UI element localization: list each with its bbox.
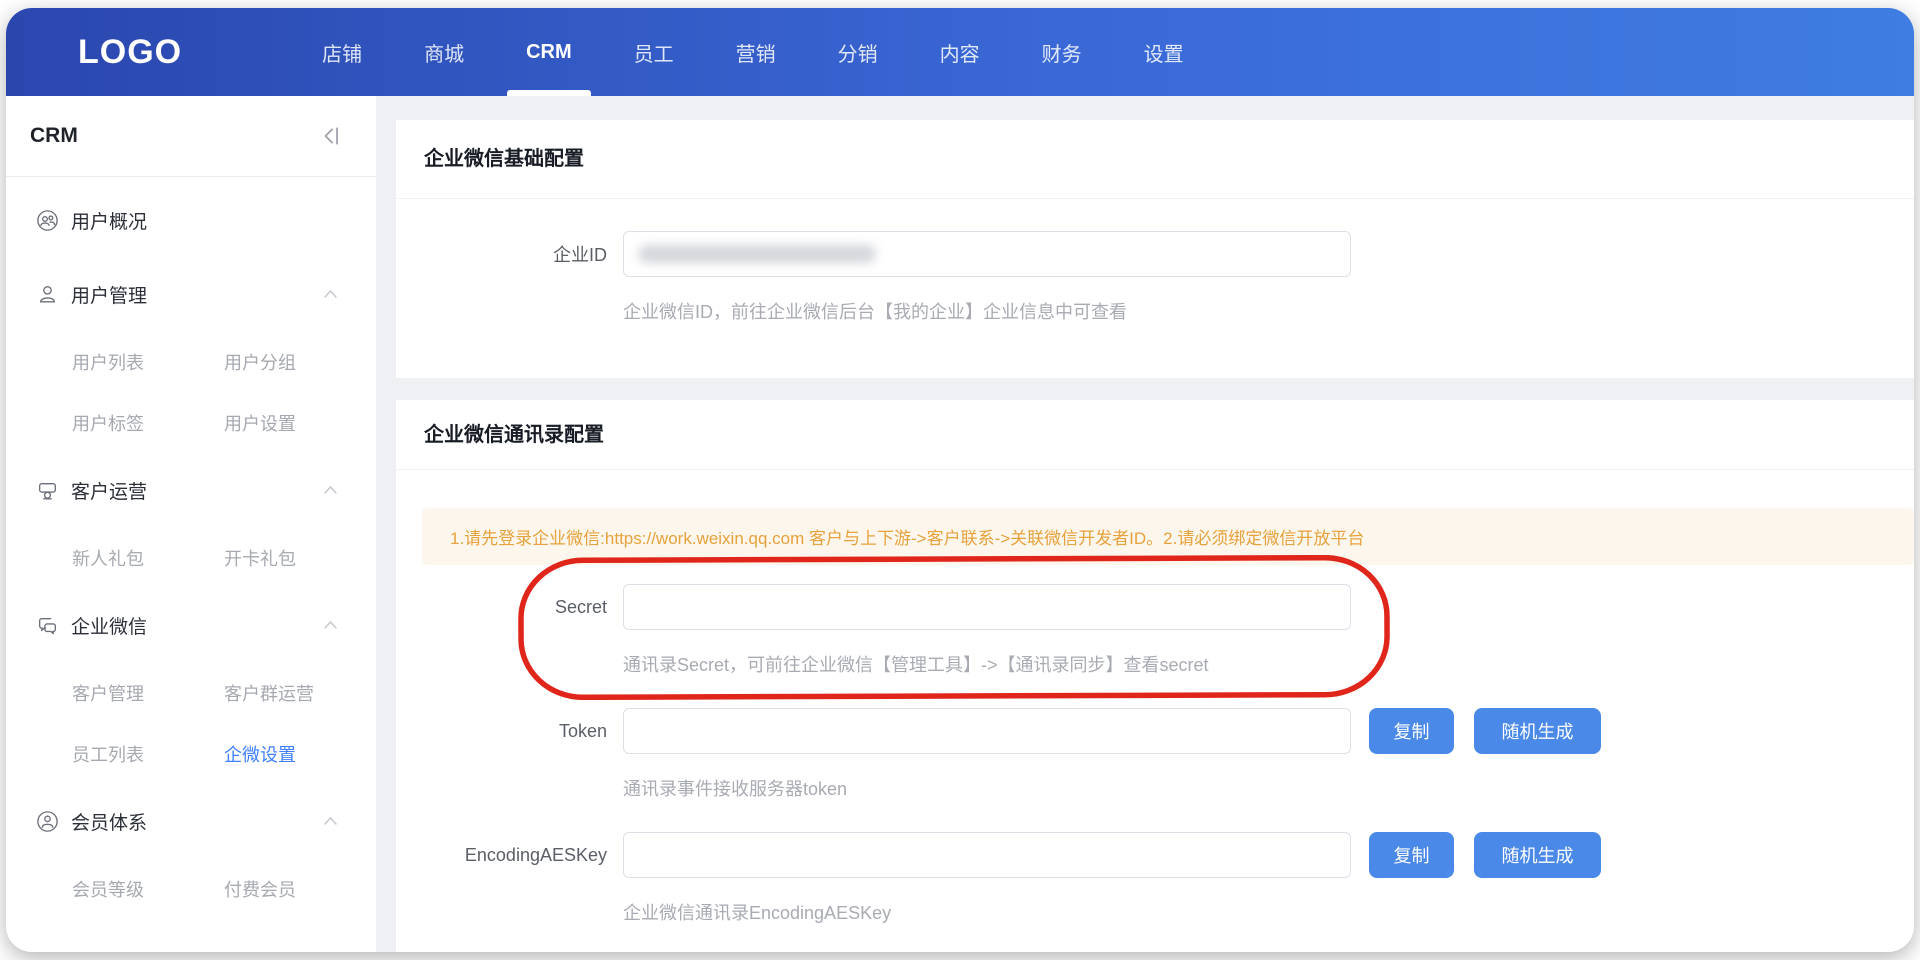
chevron-up-icon (323, 620, 338, 630)
nav-item-distribution[interactable]: 分销 (838, 8, 878, 96)
nav-item-crm[interactable]: CRM (526, 8, 572, 96)
sidebar: CRM 用户概况 用户管理 用户列表 用户分组 用户标签 用户设 (6, 96, 376, 952)
sidebar-item-newbie-pack[interactable]: 新人礼包 (72, 545, 224, 571)
token-generate-button[interactable]: 随机生成 (1474, 708, 1601, 754)
card-divider (396, 198, 1914, 199)
card-title: 企业微信通讯录配置 (396, 400, 1914, 450)
sidebar-subrow: 会员等级 付费会员 (6, 858, 376, 919)
sidebar-header: CRM (6, 96, 376, 176)
nav-item-shop[interactable]: 店铺 (322, 8, 362, 96)
sidebar-subrow: 新人礼包 开卡礼包 (6, 527, 376, 588)
wecom-basic-config-card: 企业微信基础配置 企业ID 企业微信ID，前往企业微信后台【我的企业】企业信息中… (396, 120, 1914, 378)
sidebar-item-label: 会员体系 (71, 808, 323, 835)
sidebar-item-customer-group-ops[interactable]: 客户群运营 (224, 680, 314, 706)
sidebar-item-card-pack[interactable]: 开卡礼包 (224, 545, 296, 571)
nav-item-settings[interactable]: 设置 (1144, 8, 1184, 96)
customer-ops-icon (36, 479, 59, 502)
chevron-up-icon (323, 816, 338, 826)
token-hint: 通讯录事件接收服务器token (623, 778, 1914, 800)
token-label: Token (396, 721, 607, 742)
sidebar-item-member-level[interactable]: 会员等级 (72, 876, 224, 902)
secret-hint: 通讯录Secret，可前往企业微信【管理工具】->【通讯录同步】查看secret (623, 654, 1914, 676)
sidebar-subrow: 员工列表 企微设置 (6, 723, 376, 784)
sidebar-item-label: 企业微信 (71, 612, 323, 639)
nav-item-finance[interactable]: 财务 (1042, 8, 1082, 96)
sidebar-item-customer-ops[interactable]: 客户运营 (6, 453, 376, 527)
top-navbar: LOGO 店铺 商城 CRM 员工 营销 分销 内容 财务 设置 (6, 8, 1914, 96)
sidebar-item-wecom[interactable]: 企业微信 (6, 588, 376, 662)
collapse-left-icon[interactable] (320, 125, 342, 147)
aeskey-generate-button[interactable]: 随机生成 (1474, 832, 1601, 878)
users-overview-icon (36, 209, 59, 232)
sidebar-subrow: 用户列表 用户分组 (6, 331, 376, 392)
aeskey-label: EncodingAESKey (396, 845, 607, 866)
sidebar-item-paid-member[interactable]: 付费会员 (224, 876, 296, 902)
corp-id-input[interactable] (623, 231, 1351, 277)
main-content: 企业微信基础配置 企业ID 企业微信ID，前往企业微信后台【我的企业】企业信息中… (376, 96, 1914, 952)
masked-corp-id-value (638, 245, 876, 263)
chevron-up-icon (323, 485, 338, 495)
sidebar-item-user-group[interactable]: 用户分组 (224, 349, 296, 375)
secret-label: Secret (396, 597, 607, 618)
nav-item-staff[interactable]: 员工 (634, 8, 674, 96)
notice-text: 1.请先登录企业微信:https://work.weixin.qq.com 客户… (450, 524, 1364, 549)
user-manage-icon (36, 283, 59, 306)
logo: LOGO (78, 33, 182, 72)
token-input[interactable] (623, 708, 1351, 754)
sidebar-item-label: 用户管理 (71, 281, 323, 308)
sidebar-item-user-setting[interactable]: 用户设置 (224, 410, 296, 436)
aeskey-input[interactable] (623, 832, 1351, 878)
nav-item-mall[interactable]: 商城 (424, 8, 464, 96)
chevron-up-icon (323, 289, 338, 299)
sidebar-subrow: 客户管理 客户群运营 (6, 662, 376, 723)
sidebar-item-user-overview[interactable]: 用户概况 (6, 183, 376, 257)
sidebar-item-member-system[interactable]: 会员体系 (6, 784, 376, 858)
sidebar-title: CRM (30, 124, 320, 148)
wecom-chat-icon (36, 614, 59, 637)
sidebar-item-staff-list[interactable]: 员工列表 (72, 741, 224, 767)
wecom-contacts-config-card: 企业微信通讯录配置 1.请先登录企业微信:https://work.weixin… (396, 400, 1914, 952)
corp-id-hint: 企业微信ID，前往企业微信后台【我的企业】企业信息中可查看 (623, 301, 1914, 323)
member-icon (36, 810, 59, 833)
sidebar-item-user-list[interactable]: 用户列表 (72, 349, 224, 375)
aeskey-hint: 企业微信通讯录EncodingAESKey (623, 902, 1914, 924)
sidebar-item-user-manage[interactable]: 用户管理 (6, 257, 376, 331)
notice-banner: 1.请先登录企业微信:https://work.weixin.qq.com 客户… (422, 508, 1914, 565)
aeskey-copy-button[interactable]: 复制 (1369, 832, 1454, 878)
sidebar-item-wecom-settings[interactable]: 企微设置 (224, 741, 296, 767)
sidebar-item-label: 客户运营 (71, 477, 323, 504)
nav-item-content[interactable]: 内容 (940, 8, 980, 96)
sidebar-item-customer-manage[interactable]: 客户管理 (72, 680, 224, 706)
sidebar-divider (6, 176, 376, 177)
main-nav: 店铺 商城 CRM 员工 营销 分销 内容 财务 设置 (322, 8, 1184, 96)
card-divider (396, 469, 1914, 470)
app-window: LOGO 店铺 商城 CRM 员工 营销 分销 内容 财务 设置 CRM 用 (6, 8, 1914, 952)
secret-input[interactable] (623, 584, 1351, 630)
sidebar-item-user-tag[interactable]: 用户标签 (72, 410, 224, 436)
card-title: 企业微信基础配置 (396, 120, 1914, 174)
token-copy-button[interactable]: 复制 (1369, 708, 1454, 754)
sidebar-subrow: 用户标签 用户设置 (6, 392, 376, 453)
nav-item-marketing[interactable]: 营销 (736, 8, 776, 96)
sidebar-item-label: 用户概况 (71, 207, 338, 234)
corp-id-label: 企业ID (396, 241, 607, 267)
